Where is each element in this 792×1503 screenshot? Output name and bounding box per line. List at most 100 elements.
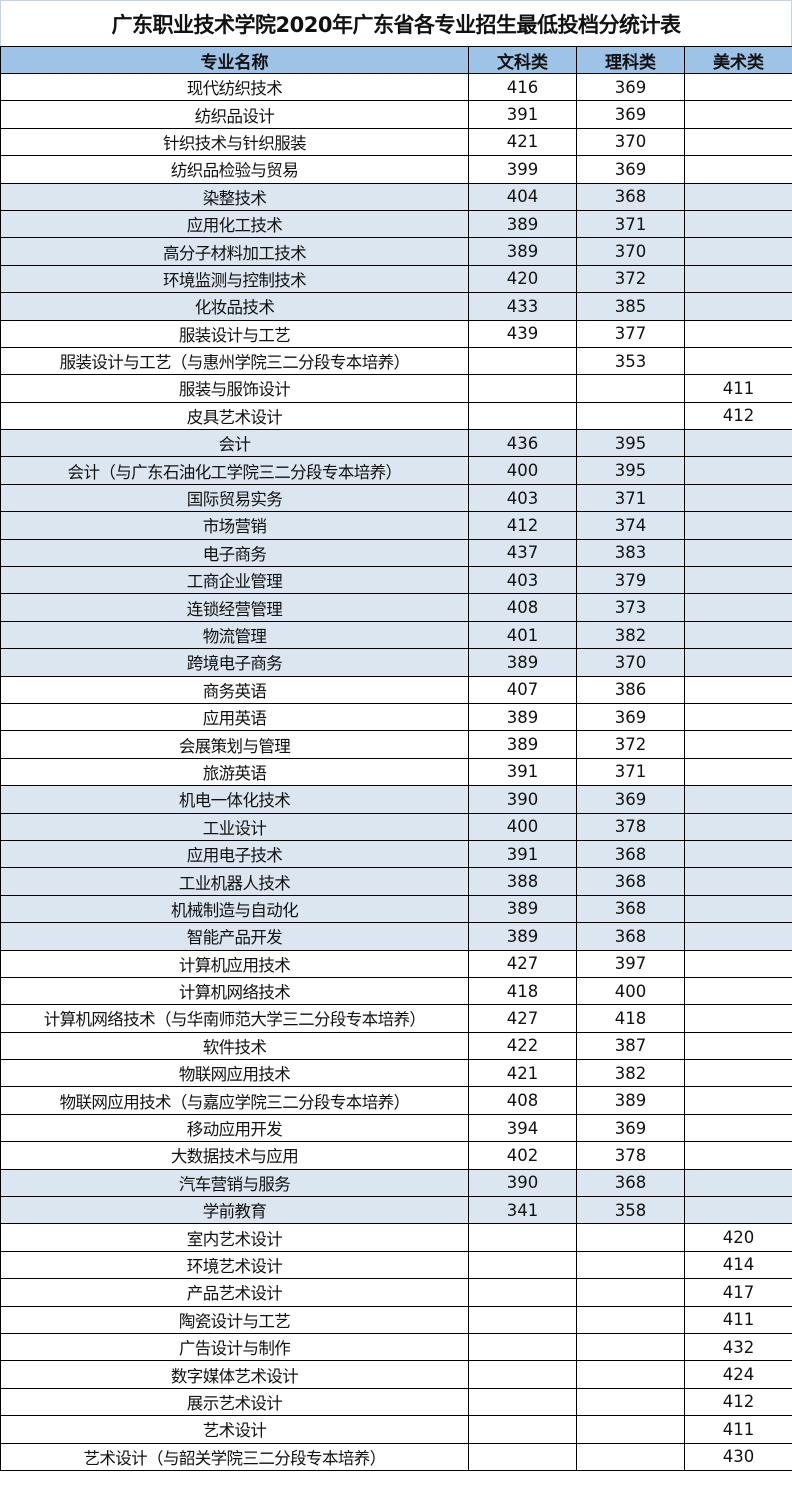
admission-score-table: 专业名称 文科类 理科类 美术类 现代纺织技术 416 369 纺织品设计 391 369… bbox=[0, 46, 792, 1471]
liberal-arts-score-cell: 436 bbox=[468, 429, 577, 458]
fine-arts-score-cell: 412 bbox=[684, 401, 792, 431]
major-name-cell: 物流管理 bbox=[0, 620, 469, 650]
major-name-cell: 针织技术与针织服装 bbox=[0, 127, 469, 157]
major-name-cell: 工商企业管理 bbox=[0, 566, 469, 595]
fine-arts-score-cell bbox=[684, 538, 792, 568]
major-name-cell: 物联网应用技术 bbox=[0, 1059, 469, 1088]
major-name-cell: 应用化工技术 bbox=[0, 209, 469, 239]
major-name-cell: 移动应用开发 bbox=[0, 1113, 469, 1143]
liberal-arts-score-cell bbox=[468, 1360, 577, 1389]
liberal-arts-score-cell: 394 bbox=[468, 1113, 577, 1143]
liberal-arts-score-cell: 400 bbox=[468, 456, 577, 485]
major-name-cell: 会计（与广东石油化工学院三二分段专本培养） bbox=[0, 456, 469, 485]
science-score-cell: 386 bbox=[576, 675, 685, 704]
table-row: 会计（与广东石油化工学院三二分段专本培养） 400 395 bbox=[0, 456, 792, 485]
fine-arts-score-cell bbox=[684, 839, 792, 869]
liberal-arts-score-cell bbox=[468, 401, 577, 431]
liberal-arts-score-cell: 404 bbox=[468, 182, 577, 211]
major-name-cell: 商务英语 bbox=[0, 675, 469, 704]
liberal-arts-score-cell: 388 bbox=[468, 867, 577, 896]
fine-arts-score-cell bbox=[684, 319, 792, 348]
major-name-cell: 连锁经营管理 bbox=[0, 593, 469, 622]
major-name-cell: 应用电子技术 bbox=[0, 839, 469, 869]
table-row: 市场营销 412 374 bbox=[0, 511, 792, 540]
table-row: 皮具艺术设计 412 bbox=[0, 401, 792, 431]
table-row: 计算机网络技术 418 400 bbox=[0, 976, 792, 1006]
table-row: 服装与服饰设计 411 bbox=[0, 374, 792, 403]
liberal-arts-score-cell bbox=[468, 1415, 577, 1444]
fine-arts-score-cell bbox=[684, 566, 792, 595]
liberal-arts-score-cell: 418 bbox=[468, 976, 577, 1006]
major-name-cell: 室内艺术设计 bbox=[0, 1223, 469, 1252]
fine-arts-score-cell bbox=[684, 264, 792, 294]
liberal-arts-score-cell: 389 bbox=[468, 894, 577, 924]
fine-arts-score-cell bbox=[684, 675, 792, 704]
liberal-arts-score-cell bbox=[468, 346, 577, 376]
science-score-cell: 369 bbox=[576, 785, 685, 814]
table-row: 连锁经营管理 408 373 bbox=[0, 593, 792, 622]
fine-arts-score-cell: 411 bbox=[684, 1415, 792, 1444]
major-name-cell: 广告设计与制作 bbox=[0, 1332, 469, 1362]
science-score-cell: 397 bbox=[576, 949, 685, 978]
table-row: 国际贸易实务 403 371 bbox=[0, 483, 792, 513]
major-name-cell: 展示艺术设计 bbox=[0, 1387, 469, 1417]
science-score-cell: 389 bbox=[576, 1086, 685, 1115]
science-score-cell: 369 bbox=[576, 1113, 685, 1143]
liberal-arts-score-cell: 403 bbox=[468, 566, 577, 595]
science-score-cell: 395 bbox=[576, 429, 685, 458]
liberal-arts-score-cell: 389 bbox=[468, 702, 577, 732]
science-score-cell: 377 bbox=[576, 319, 685, 348]
table-row: 广告设计与制作 432 bbox=[0, 1332, 792, 1362]
liberal-arts-score-cell: 400 bbox=[468, 812, 577, 841]
fine-arts-score-cell: 411 bbox=[684, 1305, 792, 1334]
table-row: 针织技术与针织服装 421 370 bbox=[0, 127, 792, 157]
fine-arts-score-cell bbox=[684, 1086, 792, 1115]
science-score-cell: 368 bbox=[576, 839, 685, 869]
table-row: 商务英语 407 386 bbox=[0, 675, 792, 704]
liberal-arts-score-cell bbox=[468, 1332, 577, 1362]
major-name-cell: 市场营销 bbox=[0, 511, 469, 540]
fine-arts-score-cell bbox=[684, 1113, 792, 1143]
science-score-cell: 373 bbox=[576, 593, 685, 622]
science-score-cell: 369 bbox=[576, 155, 685, 184]
fine-arts-score-cell bbox=[684, 620, 792, 650]
table-row: 应用化工技术 389 371 bbox=[0, 209, 792, 239]
table-row: 环境监测与控制技术 420 372 bbox=[0, 264, 792, 294]
liberal-arts-score-cell: 390 bbox=[468, 785, 577, 814]
fine-arts-score-cell bbox=[684, 1004, 792, 1033]
science-score-cell bbox=[576, 1415, 685, 1444]
fine-arts-score-cell bbox=[684, 593, 792, 622]
science-score-cell: 370 bbox=[576, 237, 685, 266]
science-score-cell: 371 bbox=[576, 483, 685, 513]
fine-arts-score-cell: 414 bbox=[684, 1250, 792, 1280]
fine-arts-score-cell bbox=[684, 1059, 792, 1088]
major-name-cell: 会展策划与管理 bbox=[0, 730, 469, 759]
table-row: 高分子材料加工技术 389 370 bbox=[0, 237, 792, 266]
fine-arts-score-cell bbox=[684, 483, 792, 513]
table-row: 电子商务 437 383 bbox=[0, 538, 792, 568]
fine-arts-score-cell: 432 bbox=[684, 1332, 792, 1362]
major-name-cell: 计算机网络技术（与华南师范大学三二分段专本培养） bbox=[0, 1004, 469, 1033]
fine-arts-score-cell bbox=[684, 155, 792, 184]
science-score-cell bbox=[576, 1442, 685, 1471]
fine-arts-score-cell bbox=[684, 429, 792, 458]
major-name-cell: 国际贸易实务 bbox=[0, 483, 469, 513]
fine-arts-score-cell bbox=[684, 949, 792, 978]
liberal-arts-score-cell: 421 bbox=[468, 1059, 577, 1088]
fine-arts-score-cell bbox=[684, 894, 792, 924]
major-name-cell: 纺织品检验与贸易 bbox=[0, 155, 469, 184]
science-score-cell bbox=[576, 374, 685, 403]
science-score-cell: 353 bbox=[576, 346, 685, 376]
science-score-cell: 372 bbox=[576, 264, 685, 294]
liberal-arts-score-cell: 412 bbox=[468, 511, 577, 540]
science-score-cell bbox=[576, 1305, 685, 1334]
science-score-cell: 371 bbox=[576, 209, 685, 239]
liberal-arts-score-cell: 389 bbox=[468, 209, 577, 239]
liberal-arts-score-cell: 416 bbox=[468, 72, 577, 102]
liberal-arts-score-cell: 391 bbox=[468, 100, 577, 129]
table-row: 汽车营销与服务 390 368 bbox=[0, 1168, 792, 1198]
liberal-arts-score-cell: 341 bbox=[468, 1196, 577, 1225]
major-name-cell: 跨境电子商务 bbox=[0, 648, 469, 677]
science-score-cell: 378 bbox=[576, 1141, 685, 1170]
table-row: 环境艺术设计 414 bbox=[0, 1250, 792, 1280]
